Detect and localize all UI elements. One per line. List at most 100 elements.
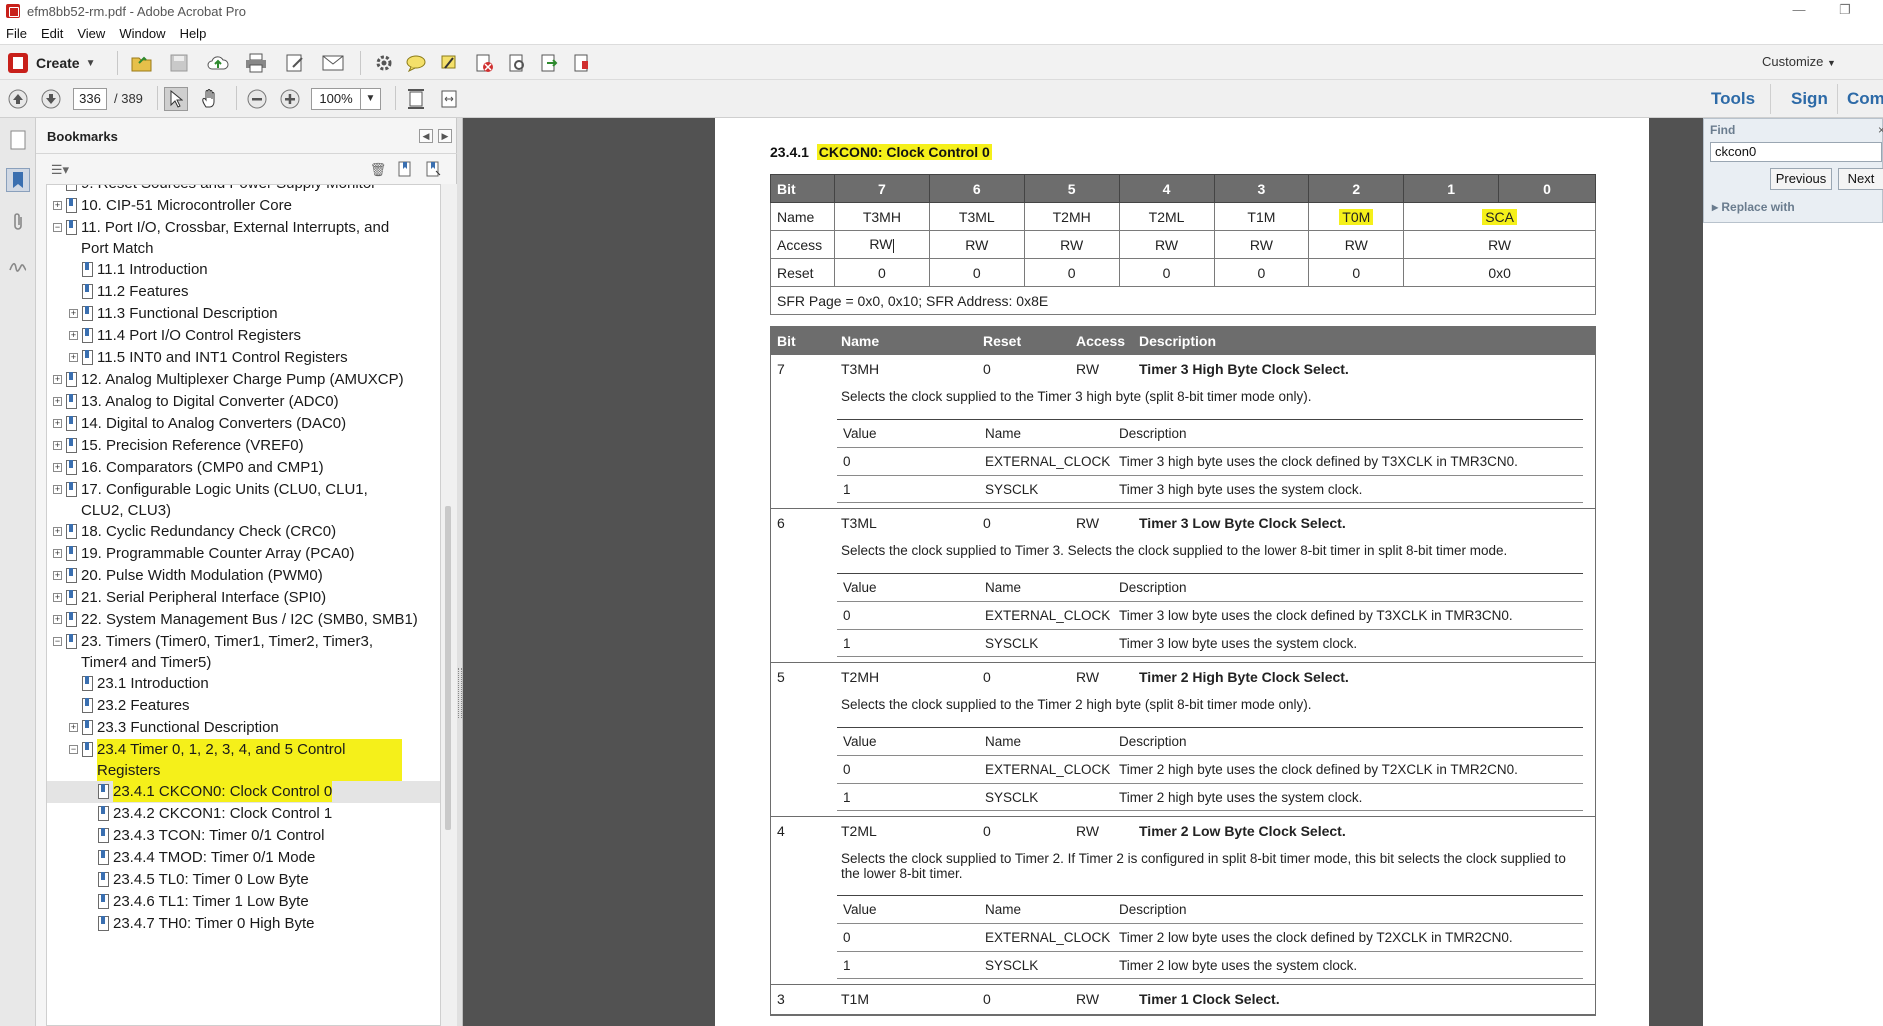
- email-icon[interactable]: [321, 51, 345, 75]
- bookmark-options-icon[interactable]: ☰▾: [46, 161, 74, 179]
- page-number-input[interactable]: 336: [73, 88, 107, 110]
- new-bookmark-icon[interactable]: [397, 161, 415, 179]
- bookmark-item[interactable]: +22. System Management Bus / I2C (SMB0, …: [47, 609, 440, 631]
- find-previous-button[interactable]: Previous: [1770, 168, 1832, 190]
- collapse-icon[interactable]: −: [53, 223, 62, 232]
- bookmark-item[interactable]: 23.1 Introduction: [47, 673, 440, 695]
- search-document-icon[interactable]: [505, 51, 529, 75]
- expand-icon[interactable]: +: [53, 571, 62, 580]
- expand-icon[interactable]: +: [53, 201, 62, 210]
- bookmark-item[interactable]: 23.4.2 CKCON1: Clock Control 1: [47, 803, 440, 825]
- expand-bookmark-icon[interactable]: [425, 161, 443, 179]
- expand-icon[interactable]: +: [69, 723, 78, 732]
- tab-sign[interactable]: Sign: [1791, 89, 1828, 109]
- splitter-grip[interactable]: [458, 668, 462, 718]
- menu-help[interactable]: Help: [180, 26, 207, 41]
- find-input[interactable]: ckcon0: [1710, 142, 1882, 162]
- menu-file[interactable]: File: [6, 26, 27, 41]
- restore-button[interactable]: ❐: [1830, 0, 1860, 22]
- print-icon[interactable]: [244, 51, 268, 75]
- save-icon[interactable]: [167, 51, 191, 75]
- bookmark-item[interactable]: 23.4.5 TL0: Timer 0 Low Byte: [47, 869, 440, 891]
- hand-tool-icon[interactable]: [198, 87, 222, 111]
- expand-icon[interactable]: +: [53, 485, 62, 494]
- bookmark-item[interactable]: +11.5 INT0 and INT1 Control Registers: [47, 347, 440, 369]
- bookmark-item[interactable]: − 23. Timers (Timer0, Timer1, Timer2, Tim…: [47, 631, 440, 673]
- bookmark-item[interactable]: +12. Analog Multiplexer Charge Pump (AMU…: [47, 369, 440, 391]
- comment-icon[interactable]: [404, 51, 428, 75]
- protect-icon[interactable]: [570, 51, 594, 75]
- expand-icon[interactable]: +: [53, 441, 62, 450]
- scrollbar-thumb[interactable]: [445, 506, 451, 830]
- bookmark-item[interactable]: +16. Comparators (CMP0 and CMP1): [47, 457, 440, 479]
- collapse-panel-icon[interactable]: ◀: [419, 129, 433, 143]
- bookmarks-panel-icon[interactable]: [6, 168, 30, 192]
- bookmark-item[interactable]: +18. Cyclic Redundancy Check (CRC0): [47, 521, 440, 543]
- customize-menu[interactable]: Customize ▼: [1762, 54, 1836, 69]
- open-folder-icon[interactable]: [130, 51, 154, 75]
- expand-icon[interactable]: +: [53, 527, 62, 536]
- tab-comment[interactable]: Comme: [1847, 89, 1883, 109]
- expand-icon[interactable]: +: [53, 549, 62, 558]
- collapse-icon[interactable]: −: [53, 637, 62, 646]
- bookmark-item[interactable]: 23.4.4 TMOD: Timer 0/1 Mode: [47, 847, 440, 869]
- bookmark-item[interactable]: +10. CIP-51 Microcontroller Core: [47, 195, 440, 217]
- attachments-icon[interactable]: [6, 210, 30, 234]
- select-cursor-icon[interactable]: [164, 87, 188, 111]
- minimize-button[interactable]: —: [1784, 0, 1814, 22]
- close-icon[interactable]: ×: [1878, 123, 1883, 137]
- bookmark-item[interactable]: 23.4.6 TL1: Timer 1 Low Byte: [47, 891, 440, 913]
- previous-page-icon[interactable]: [6, 87, 30, 111]
- bookmark-item[interactable]: +19. Programmable Counter Array (PCA0): [47, 543, 440, 565]
- page-thumbnails-icon[interactable]: [6, 128, 30, 152]
- bookmark-item[interactable]: 9. Reset Sources and Power Supply Monito…: [47, 185, 440, 195]
- bookmark-item[interactable]: 23.4.7 TH0: Timer 0 High Byte: [47, 913, 440, 935]
- menu-edit[interactable]: Edit: [41, 26, 63, 41]
- fit-width-icon[interactable]: [437, 87, 461, 111]
- cloud-upload-icon[interactable]: [206, 51, 230, 75]
- zoom-level-input[interactable]: 100%: [311, 88, 361, 110]
- bookmark-item[interactable]: 11.2 Features: [47, 281, 440, 303]
- expand-icon[interactable]: +: [53, 419, 62, 428]
- bookmark-item[interactable]: +14. Digital to Analog Converters (DAC0): [47, 413, 440, 435]
- expand-icon[interactable]: +: [53, 397, 62, 406]
- menu-view[interactable]: View: [77, 26, 105, 41]
- bookmark-item[interactable]: +20. Pulse Width Modulation (PWM0): [47, 565, 440, 587]
- fit-page-icon[interactable]: [404, 87, 428, 111]
- gear-icon[interactable]: [372, 51, 396, 75]
- delete-pages-icon[interactable]: [472, 51, 496, 75]
- expand-icon[interactable]: +: [53, 593, 62, 602]
- zoom-dropdown-icon[interactable]: ▼: [361, 88, 381, 110]
- expand-icon[interactable]: +: [69, 309, 78, 318]
- bookmark-item[interactable]: 11.1 Introduction: [47, 259, 440, 281]
- trash-icon[interactable]: 🗑: [369, 161, 387, 179]
- expand-icon[interactable]: +: [53, 463, 62, 472]
- bookmark-item[interactable]: +17. Configurable Logic Units (CLU0, CLU…: [47, 479, 440, 521]
- expand-icon[interactable]: +: [69, 353, 78, 362]
- expand-icon[interactable]: +: [69, 331, 78, 340]
- bookmark-item[interactable]: +11.3 Functional Description: [47, 303, 440, 325]
- tab-tools[interactable]: Tools: [1711, 89, 1755, 109]
- bookmarks-scrollbar[interactable]: [441, 184, 457, 1026]
- expand-icon[interactable]: +: [53, 615, 62, 624]
- export-icon[interactable]: [537, 51, 561, 75]
- expand-icon[interactable]: +: [53, 375, 62, 384]
- find-next-button[interactable]: Next: [1838, 168, 1883, 190]
- edit-document-icon[interactable]: [283, 51, 307, 75]
- bookmark-item[interactable]: +11.4 Port I/O Control Registers: [47, 325, 440, 347]
- signatures-icon[interactable]: [6, 253, 30, 277]
- bookmark-item[interactable]: 23.2 Features: [47, 695, 440, 717]
- bookmark-item[interactable]: − 23.4 Timer 0, 1, 2, 3, 4, and 5 Control…: [47, 739, 440, 781]
- menu-window[interactable]: Window: [119, 26, 165, 41]
- create-button[interactable]: Create ▼: [8, 51, 96, 75]
- bookmark-item[interactable]: +23.3 Functional Description: [47, 717, 440, 739]
- bookmark-item[interactable]: +21. Serial Peripheral Interface (SPI0): [47, 587, 440, 609]
- zoom-in-icon[interactable]: [278, 87, 302, 111]
- bookmark-item[interactable]: 23.4.3 TCON: Timer 0/1 Control: [47, 825, 440, 847]
- bookmark-item[interactable]: +13. Analog to Digital Converter (ADC0): [47, 391, 440, 413]
- zoom-out-icon[interactable]: [245, 87, 269, 111]
- next-page-icon[interactable]: [39, 87, 63, 111]
- collapse-icon[interactable]: −: [69, 745, 78, 754]
- bookmark-item[interactable]: +15. Precision Reference (VREF0): [47, 435, 440, 457]
- expand-panel-icon[interactable]: ▶: [438, 129, 452, 143]
